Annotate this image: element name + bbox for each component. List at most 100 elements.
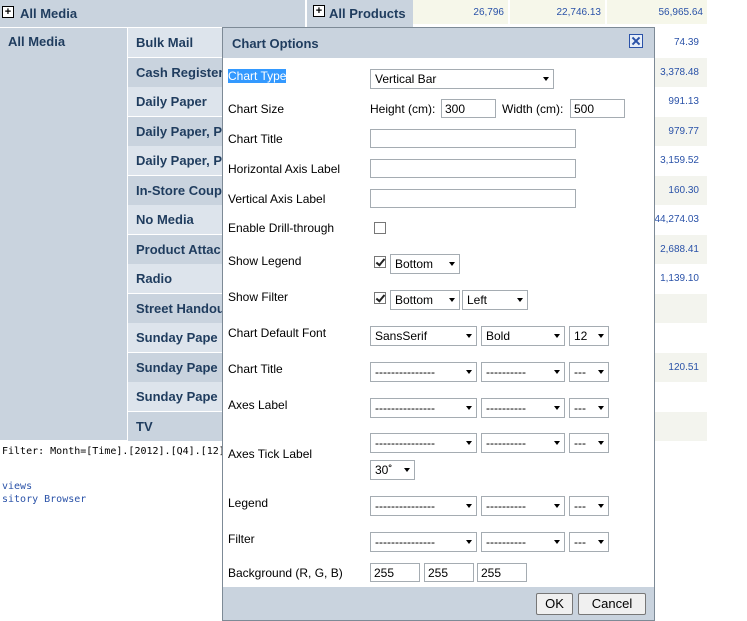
repository-browser-link[interactable]: sitory Browser — [2, 494, 86, 505]
background-label: Background (R, G, B) — [228, 566, 343, 580]
tick-font-size-select[interactable]: --- — [569, 433, 609, 453]
font-style-value: Bold — [486, 329, 511, 343]
legend-position-select[interactable]: Bottom — [390, 254, 460, 274]
expand-icon[interactable]: + — [313, 5, 325, 17]
background-b-input[interactable] — [477, 563, 527, 582]
cancel-button[interactable]: Cancel — [578, 593, 646, 615]
height-label: Height (cm): — [370, 102, 436, 116]
category-row[interactable]: Street Handou — [128, 294, 228, 323]
category-row[interactable]: Sunday Pape — [128, 382, 228, 411]
category-row[interactable]: Daily Paper, P — [128, 146, 228, 175]
chart-type-value: Vertical Bar — [375, 72, 437, 86]
value-strip — [655, 294, 707, 323]
chart-title-input[interactable] — [370, 129, 576, 148]
filter-font-size-select[interactable]: --- — [569, 532, 609, 552]
vertical-axis-input[interactable] — [370, 189, 576, 208]
filter-font-family-select[interactable]: --------------- — [370, 532, 477, 552]
font-style-select[interactable]: Bold — [481, 326, 565, 346]
category-row[interactable]: Bulk Mail — [128, 28, 228, 57]
column-header-all-media[interactable]: + All Media — [0, 0, 305, 28]
chevron-down-icon — [598, 406, 604, 410]
horizontal-axis-label: Horizontal Axis Label — [228, 162, 341, 176]
dialog-title: Chart Options — [232, 36, 319, 51]
axes-font-family-value: --------------- — [375, 401, 435, 415]
chevron-down-icon — [598, 504, 604, 508]
vertical-axis-label: Vertical Axis Label — [228, 192, 326, 206]
title-font-family-value: --------------- — [375, 365, 435, 379]
axes-font-size-select[interactable]: --- — [569, 398, 609, 418]
axes-font-style-value: ---------- — [486, 401, 526, 415]
filter-align-select[interactable]: Left — [462, 290, 528, 310]
category-row[interactable]: Cash Register — [128, 58, 228, 87]
drill-through-checkbox[interactable] — [374, 222, 386, 234]
dialog-title-bar[interactable]: Chart Options — [223, 28, 654, 58]
title-font-style-select[interactable]: ---------- — [481, 362, 565, 382]
views-link[interactable]: views — [2, 481, 32, 492]
chevron-down-icon — [598, 334, 604, 338]
filter-align-value: Left — [467, 293, 488, 307]
value-cell: 22,746.13 — [510, 0, 605, 24]
chevron-down-icon — [466, 504, 472, 508]
horizontal-axis-input[interactable] — [370, 159, 576, 178]
legend-font-family-value: --------------- — [375, 499, 435, 513]
category-row[interactable]: Radio — [128, 264, 228, 293]
default-font-label: Chart Default Font — [228, 326, 327, 340]
show-legend-checkbox[interactable] — [374, 256, 386, 268]
background-g-input[interactable] — [424, 563, 474, 582]
chart-size-label: Chart Size — [228, 102, 285, 116]
legend-font-family-select[interactable]: --------------- — [370, 496, 477, 516]
title-font-family-select[interactable]: --------------- — [370, 362, 477, 382]
show-filter-checkbox[interactable] — [374, 292, 386, 304]
chevron-down-icon — [466, 334, 472, 338]
category-row[interactable]: Sunday Pape — [128, 353, 228, 382]
value-strip — [655, 323, 707, 352]
chevron-down-icon — [554, 334, 560, 338]
filter-font-label: Filter — [228, 532, 255, 546]
row-header-label: All Media — [8, 34, 66, 49]
font-family-select[interactable]: SansSerif — [370, 326, 477, 346]
close-icon[interactable] — [629, 34, 643, 48]
filter-font-style-select[interactable]: ---------- — [481, 532, 565, 552]
tick-font-style-select[interactable]: ---------- — [481, 433, 565, 453]
font-size-select[interactable]: 12 — [569, 326, 609, 346]
ok-button[interactable]: OK — [536, 593, 573, 615]
chevron-down-icon — [466, 441, 472, 445]
category-row[interactable]: Daily Paper, P — [128, 117, 228, 146]
filter-font-family-value: --------------- — [375, 535, 435, 549]
category-row[interactable]: Sunday Pape — [128, 323, 228, 352]
chevron-down-icon — [554, 504, 560, 508]
chart-options-dialog: Chart Options Chart Type Vertical Bar Ch… — [222, 27, 655, 621]
filter-position-select[interactable]: Bottom — [390, 290, 460, 310]
width-input[interactable] — [570, 99, 625, 118]
axes-font-style-select[interactable]: ---------- — [481, 398, 565, 418]
category-row[interactable]: Product Attac — [128, 235, 228, 264]
background-r-input[interactable] — [370, 563, 420, 582]
category-row[interactable]: Daily Paper — [128, 87, 228, 116]
value-strip — [655, 382, 707, 411]
legend-font-style-select[interactable]: ---------- — [481, 496, 565, 516]
chevron-down-icon — [404, 468, 410, 472]
legend-font-size-select[interactable]: --- — [569, 496, 609, 516]
column-header-label: All Media — [20, 6, 78, 21]
column-header-all-products[interactable]: + All Products — [307, 0, 413, 27]
tick-font-family-select[interactable]: --------------- — [370, 433, 477, 453]
category-row[interactable]: TV — [128, 412, 228, 441]
filter-summary: Filter: Month=[Time].[2012].[Q4].[12] — [2, 446, 225, 457]
row-header-all-media: All Media — [0, 28, 127, 440]
tick-rotation-select[interactable]: 30˚ — [370, 460, 415, 480]
height-input[interactable] — [441, 99, 496, 118]
title-font-size-select[interactable]: --- — [569, 362, 609, 382]
axes-font-family-select[interactable]: --------------- — [370, 398, 477, 418]
expand-icon[interactable]: + — [2, 6, 14, 18]
tick-font-style-value: ---------- — [486, 436, 526, 450]
chart-type-label: Chart Type — [228, 69, 287, 83]
filter-font-style-value: ---------- — [486, 535, 526, 549]
value-cell: 26,796 — [413, 0, 508, 24]
font-size-value: 12 — [574, 329, 588, 343]
title-font-size-value: --- — [574, 365, 586, 379]
chart-type-select[interactable]: Vertical Bar — [370, 69, 554, 89]
chart-title-label: Chart Title — [228, 132, 283, 146]
title-font-style-value: ---------- — [486, 365, 526, 379]
category-row[interactable]: In-Store Coup — [128, 176, 228, 205]
category-row[interactable]: No Media — [128, 205, 228, 234]
